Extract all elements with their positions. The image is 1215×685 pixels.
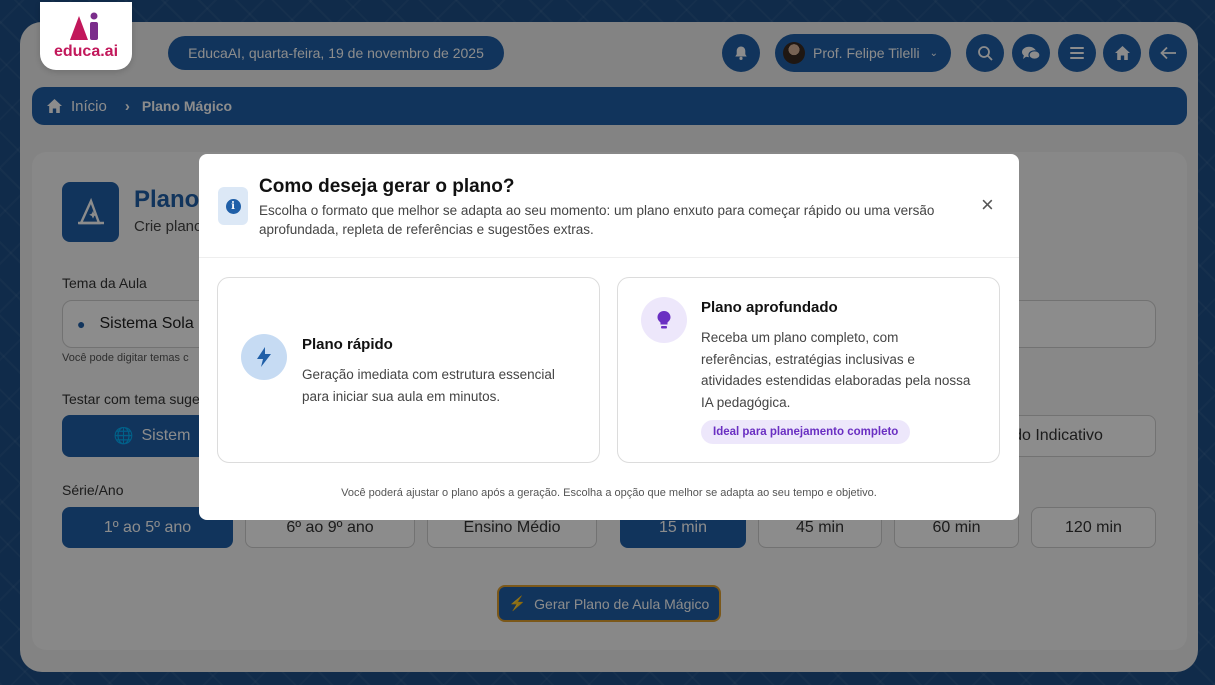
dialog-header: i Como deseja gerar o plano? Escolha o f…	[199, 154, 1019, 258]
dialog-title: Como deseja gerar o plano?	[259, 176, 515, 197]
quick-plan-title: Plano rápido	[302, 336, 393, 353]
lightbulb-icon	[641, 297, 687, 343]
quick-plan-option[interactable]: Plano rápido Geração imediata com estrut…	[217, 277, 600, 463]
info-icon: i	[218, 187, 248, 225]
logo[interactable]: educa.ai	[40, 2, 132, 70]
deep-plan-option[interactable]: Plano aprofundado Receba um plano comple…	[617, 277, 1000, 463]
quick-plan-description: Geração imediata com estrutura essencial…	[302, 367, 555, 404]
recommended-badge: Ideal para planejamento completo	[701, 420, 911, 444]
logo-mark-icon	[70, 12, 98, 40]
close-icon[interactable]: ×	[981, 194, 994, 216]
dialog-description: Escolha o formato que melhor se adapta a…	[259, 203, 935, 237]
deep-plan-title: Plano aprofundado	[701, 299, 838, 316]
plan-type-dialog: i Como deseja gerar o plano? Escolha o f…	[199, 154, 1019, 520]
logo-text: educa.ai	[53, 42, 119, 60]
deep-plan-description: Receba um plano completo, com referência…	[701, 330, 971, 410]
bolt-icon	[241, 334, 287, 380]
dialog-footer-note: Você poderá ajustar o plano após a geraç…	[341, 487, 877, 499]
